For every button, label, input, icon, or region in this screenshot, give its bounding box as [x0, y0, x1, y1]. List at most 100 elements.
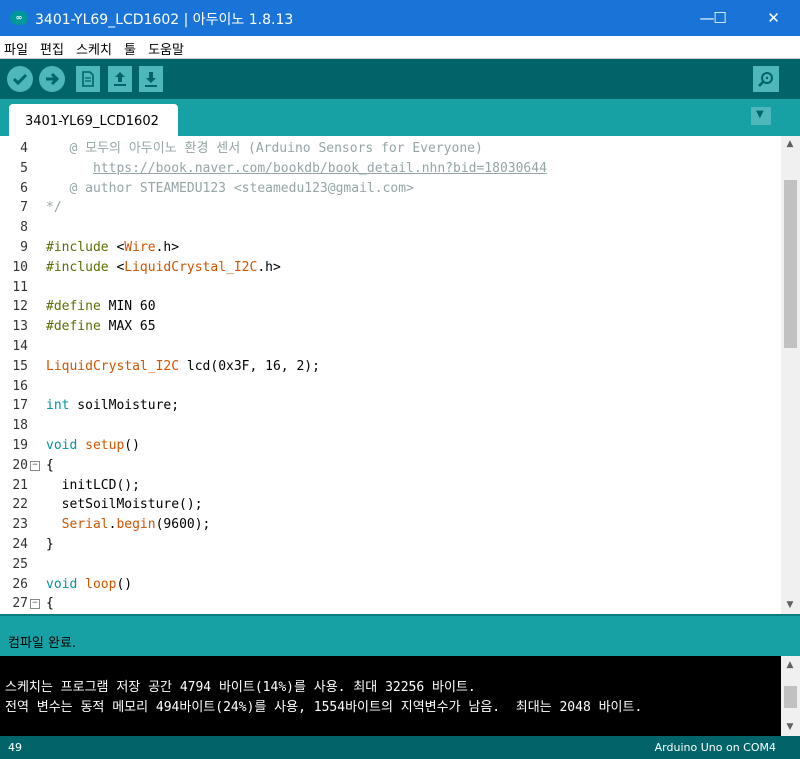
- code-text: #define MIN 60: [46, 297, 156, 317]
- line-number: 10: [12, 259, 28, 275]
- tab-menu-button[interactable]: ▼: [751, 107, 771, 125]
- code-text: {: [46, 594, 54, 614]
- save-icon: [145, 72, 157, 87]
- code-editor[interactable]: 4 @ 모두의 아두이노 환경 센서 (Arduino Sensors for …: [0, 136, 800, 614]
- code-line[interactable]: 18: [0, 416, 780, 436]
- code-token: .h>: [257, 259, 281, 275]
- code-token: setup: [85, 438, 125, 453]
- code-line[interactable]: 21 initLCD();: [0, 476, 780, 496]
- code-line[interactable]: 12 #define MIN 60: [0, 297, 780, 317]
- code-token: #define: [46, 319, 109, 335]
- code-token: begin: [116, 517, 156, 533]
- line-number: 18: [12, 418, 28, 434]
- code-token: https://book.naver.com/bookdb/book_detai…: [92, 160, 547, 176]
- code-line[interactable]: 6 @ author STEAMEDU123 <steamedu123@gmai…: [0, 179, 780, 199]
- serial-monitor-button[interactable]: [753, 66, 779, 92]
- code-text: int soilMoisture;: [46, 396, 179, 416]
- code-token: loop: [85, 576, 117, 592]
- maximize-button[interactable]: ☐: [697, 0, 743, 36]
- window-titlebar[interactable]: ∞ 3401-YL69_LCD1602 | 아두이노 1.8.13 — ☐ ✕: [0, 0, 800, 36]
- code-line[interactable]: 13 #define MAX 65: [0, 317, 780, 337]
- fold-toggle-icon[interactable]: −: [30, 599, 40, 610]
- code-line[interactable]: 20−{: [0, 456, 780, 476]
- open-button[interactable]: [108, 66, 132, 92]
- scroll-down-icon[interactable]: ▼: [785, 600, 795, 610]
- menu-sketch[interactable]: 스케치: [72, 36, 115, 58]
- code-line[interactable]: 16: [0, 377, 780, 397]
- new-button[interactable]: [76, 66, 100, 92]
- code-text: */: [46, 198, 62, 218]
- line-number: 20: [12, 457, 28, 473]
- console-scroll-thumb[interactable]: [784, 686, 797, 708]
- scroll-down-icon[interactable]: ▼: [785, 722, 795, 732]
- code-token: MAX 65: [108, 319, 156, 335]
- code-token: @ author STEAMEDU123 <steamedu123@gmail.…: [46, 180, 414, 196]
- line-number: 11: [12, 279, 28, 295]
- code-line[interactable]: 15 LiquidCrystal_I2C lcd(0x3F, 16, 2);: [0, 357, 780, 377]
- code-line[interactable]: 10 #include <LiquidCrystal_I2C.h>: [0, 258, 780, 278]
- verify-icon: [12, 73, 28, 86]
- code-line[interactable]: 7 */: [0, 198, 780, 218]
- code-token: #include: [46, 240, 117, 255]
- scroll-up-icon[interactable]: ▲: [785, 660, 795, 670]
- verify-button[interactable]: [7, 66, 33, 92]
- code-text: }: [46, 535, 54, 555]
- code-line[interactable]: 8: [0, 218, 780, 238]
- code-text: LiquidCrystal_I2C lcd(0x3F, 16, 2);: [46, 357, 320, 377]
- line-number: 16: [12, 378, 28, 394]
- code-line[interactable]: 23 Serial.begin(9600);: [0, 515, 780, 535]
- code-token: LiquidCrystal_I2C: [124, 259, 258, 275]
- line-number: 6: [20, 180, 28, 196]
- footer-bar: 49 Arduino Uno on COM4: [0, 736, 800, 759]
- code-line[interactable]: 11: [0, 278, 780, 298]
- code-line[interactable]: 26 void loop(): [0, 575, 780, 595]
- menu-file[interactable]: 파일: [0, 36, 31, 58]
- line-number: 14: [12, 339, 28, 354]
- code-text: Serial.begin(9600);: [46, 515, 211, 535]
- line-number: 25: [12, 556, 28, 572]
- code-line[interactable]: 4 @ 모두의 아두이노 환경 센서 (Arduino Sensors for …: [0, 139, 780, 159]
- close-button[interactable]: ✕: [747, 0, 800, 36]
- code-line[interactable]: 25: [0, 555, 780, 575]
- code-token: @ 모두의 아두이노 환경 센서 (Arduino Sensors for Ev…: [46, 141, 483, 156]
- code-token: {: [46, 457, 54, 473]
- code-token: int: [46, 398, 70, 414]
- code-text: {: [46, 456, 54, 476]
- menu-help[interactable]: 도움말: [144, 36, 187, 58]
- code-text: https://book.naver.com/bookdb/book_detai…: [46, 159, 547, 179]
- code-line[interactable]: 22 setSoilMoisture();: [0, 495, 780, 515]
- code-token: Wire: [124, 240, 156, 255]
- line-number: 13: [12, 319, 28, 335]
- line-number: 23: [12, 517, 28, 533]
- menu-edit[interactable]: 편집: [36, 36, 67, 58]
- line-number: 21: [12, 477, 28, 493]
- code-line[interactable]: 9 #include <Wire.h>: [0, 238, 780, 258]
- line-number: 15: [12, 358, 28, 374]
- code-token: #include: [46, 259, 117, 275]
- upload-button[interactable]: [39, 66, 65, 92]
- code-line[interactable]: 17 int soilMoisture;: [0, 396, 780, 416]
- code-token: .h>: [155, 240, 180, 255]
- status-bar: 컴파일 완료.: [0, 614, 800, 657]
- console-scrollbar[interactable]: ▲ ▼: [781, 656, 800, 736]
- scroll-up-icon[interactable]: ▲: [785, 139, 795, 149]
- code-line[interactable]: 5 https://book.naver.com/bookdb/book_det…: [0, 159, 780, 179]
- cursor-line-number: 49: [8, 741, 22, 754]
- code-token: (): [116, 576, 133, 592]
- menu-tools[interactable]: 툴: [120, 36, 139, 58]
- tab-sketch[interactable]: 3401-YL69_LCD1602: [9, 104, 178, 136]
- code-line[interactable]: 27−{: [0, 594, 780, 614]
- console-output[interactable]: 스케치는 프로그램 저장 공간 4794 바이트(14%)를 사용. 최대 32…: [0, 656, 781, 736]
- code-line[interactable]: 24}: [0, 535, 780, 555]
- editor-scrollbar[interactable]: ▲ ▼: [781, 136, 800, 614]
- code-line[interactable]: 14: [0, 337, 780, 357]
- new-icon: [82, 71, 94, 87]
- fold-toggle-icon[interactable]: −: [30, 460, 40, 471]
- code-token: #define: [46, 299, 109, 315]
- code-line[interactable]: 19 void setup(): [0, 436, 780, 456]
- save-button[interactable]: [139, 66, 163, 92]
- editor-scroll-thumb[interactable]: [784, 180, 797, 348]
